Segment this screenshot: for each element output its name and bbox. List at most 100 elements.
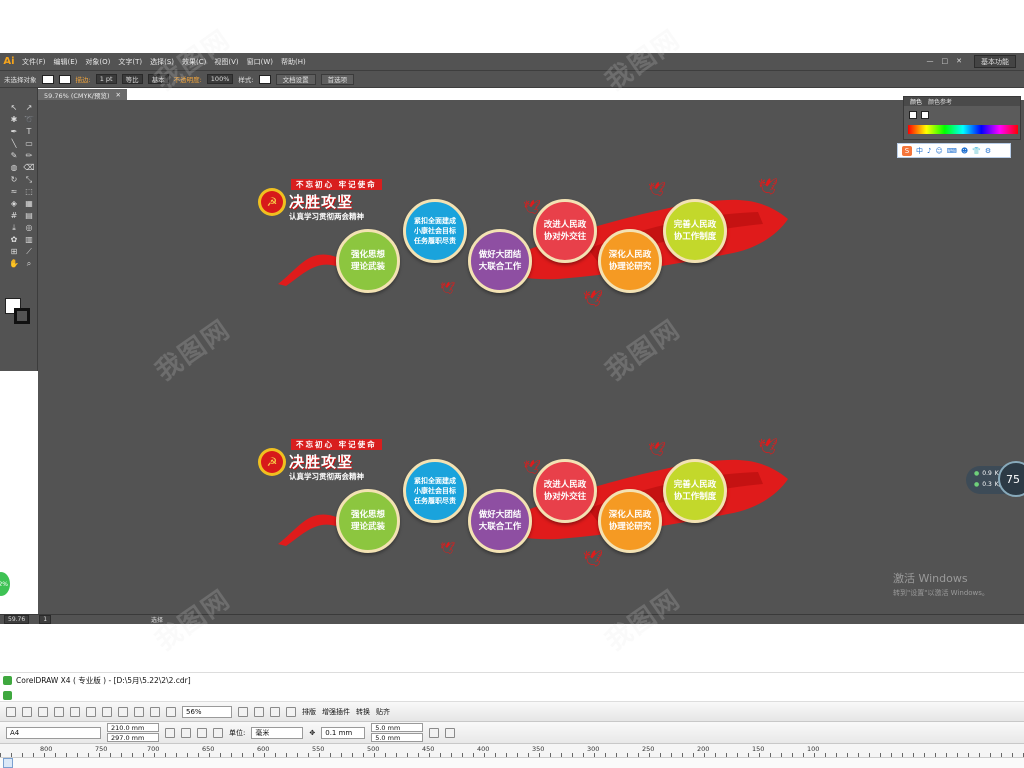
lasso-icon[interactable]: ➰ xyxy=(23,114,35,125)
ime-punct-icon[interactable]: ♪ xyxy=(927,147,931,155)
menu-object[interactable]: 对象(O) xyxy=(81,57,114,67)
stroke-label[interactable]: 描边: xyxy=(76,74,91,84)
stroke-color-box[interactable] xyxy=(14,308,30,324)
convert-button[interactable]: 转换 xyxy=(356,707,370,717)
eyedropper-icon[interactable]: ⤓ xyxy=(8,222,20,233)
layout-button[interactable]: 排版 xyxy=(302,707,316,717)
zoom-fit-icon[interactable] xyxy=(270,706,280,717)
style-swatch[interactable] xyxy=(258,74,271,84)
document-tab[interactable]: 59.76% (CMYK/预览) ✕ xyxy=(38,89,127,100)
zoom-level-select[interactable]: 56% xyxy=(182,705,232,718)
enhance-plugin-button[interactable]: 增强插件 xyxy=(322,707,350,717)
preferences-button[interactable]: 首选项 xyxy=(320,73,355,85)
ime-emoji-icon[interactable]: ☺ xyxy=(935,147,942,155)
unit-select[interactable]: 毫米 xyxy=(251,726,304,739)
pen-tool-icon[interactable]: ✒ xyxy=(8,126,20,137)
mesh-tool-icon[interactable]: # xyxy=(8,210,20,221)
panel-fill-swatch[interactable] xyxy=(909,111,917,119)
artboard-tool-icon[interactable]: ⊞ xyxy=(8,246,20,257)
wall-design-top[interactable]: 🕊 🕊 🕊 🕊 🕊 不忘初心 牢记使命 ☭ 决胜攻坚 认真学习贯彻两会精神 强化… xyxy=(258,174,808,334)
menu-type[interactable]: 文字(T) xyxy=(114,57,146,67)
rectangle-tool-icon[interactable]: ▭ xyxy=(23,138,35,149)
undo-icon[interactable] xyxy=(118,706,128,717)
zoom-in-icon[interactable] xyxy=(238,706,248,717)
workspace-switcher[interactable]: 基本功能 xyxy=(974,55,1016,68)
type-tool-icon[interactable]: T xyxy=(23,126,35,137)
document-icon[interactable] xyxy=(3,691,12,700)
selection-tool-icon[interactable]: ↖ xyxy=(8,102,20,113)
export-icon[interactable] xyxy=(166,706,176,717)
zoom-tool-icon[interactable]: ⌕ xyxy=(23,258,35,269)
page-size-select[interactable]: A4 xyxy=(6,726,101,739)
free-transform-icon[interactable]: ⬚ xyxy=(23,186,35,197)
menu-edit[interactable]: 编辑(E) xyxy=(50,57,82,67)
profile-select[interactable]: 等比 xyxy=(121,74,143,84)
artboard-canvas[interactable]: 🕊 🕊 🕊 🕊 🕊 不忘初心 牢记使命 ☭ 决胜攻坚 认真学习贯彻两会精神 强化… xyxy=(38,100,1024,614)
menu-file[interactable]: 文件(F) xyxy=(18,57,50,67)
sogou-logo-icon[interactable]: S xyxy=(902,145,912,156)
symbol-sprayer-icon[interactable]: ✿ xyxy=(8,234,20,245)
tab-color-guide[interactable]: 颜色参考 xyxy=(928,97,952,106)
duplicate-y-field[interactable]: 5.0 mm xyxy=(371,733,424,742)
minimize-icon[interactable]: — xyxy=(927,57,934,65)
maximize-icon[interactable]: □ xyxy=(942,57,949,65)
tab-color[interactable]: 颜色 xyxy=(910,97,922,106)
cut-icon[interactable] xyxy=(70,706,80,717)
ime-user-icon[interactable]: ☻ xyxy=(961,147,968,155)
ime-settings-icon[interactable]: ⚙ xyxy=(985,147,991,155)
blend-tool-icon[interactable]: ◎ xyxy=(23,222,35,233)
stroke-weight-field[interactable]: 1 pt xyxy=(95,74,117,84)
open-icon[interactable] xyxy=(22,706,32,717)
warp-tool-icon[interactable]: ≈ xyxy=(8,186,20,197)
brush-tool-icon[interactable]: ✎ xyxy=(8,150,20,161)
print-icon[interactable] xyxy=(54,706,64,717)
graph-tool-icon[interactable]: ▥ xyxy=(23,234,35,245)
nudge-field[interactable]: 0.1 mm xyxy=(321,726,366,739)
import-icon[interactable] xyxy=(150,706,160,717)
menu-effect[interactable]: 效果(C) xyxy=(178,57,210,67)
opacity-field[interactable]: 100% xyxy=(206,74,234,84)
save-icon[interactable] xyxy=(38,706,48,717)
document-setup-button[interactable]: 文档设置 xyxy=(275,73,316,85)
gradient-tool-icon[interactable]: ▤ xyxy=(23,210,35,221)
panel-stroke-swatch[interactable] xyxy=(921,111,929,119)
menu-view[interactable]: 视图(V) xyxy=(210,57,242,67)
floating-ball[interactable]: 2% xyxy=(0,572,10,596)
color-spectrum[interactable] xyxy=(908,125,1018,134)
magic-wand-icon[interactable]: ✱ xyxy=(8,114,20,125)
redo-icon[interactable] xyxy=(134,706,144,717)
artboard-number[interactable]: 1 xyxy=(39,615,52,624)
scale-tool-icon[interactable]: ⤡ xyxy=(23,174,35,185)
paste-icon[interactable] xyxy=(102,706,112,717)
ime-skin-icon[interactable]: 👕 xyxy=(972,147,981,155)
brush-select[interactable]: 基本 xyxy=(147,74,169,84)
network-speed-widget[interactable]: ●0.9K/s ●0.3K/s 75 xyxy=(966,461,1024,497)
shape-builder-icon[interactable]: ◈ xyxy=(8,198,20,209)
fill-swatch[interactable] xyxy=(41,74,54,84)
blob-brush-icon[interactable]: ◍ xyxy=(8,162,20,173)
all-pages-icon[interactable] xyxy=(197,727,207,738)
menu-select[interactable]: 选择(S) xyxy=(146,57,178,67)
current-page-icon[interactable] xyxy=(213,727,223,738)
portrait-icon[interactable] xyxy=(165,727,175,738)
pick-tool-icon[interactable] xyxy=(3,758,13,768)
menu-window[interactable]: 窗口(W) xyxy=(243,57,277,67)
zoom-page-icon[interactable] xyxy=(286,706,296,717)
opacity-label[interactable]: 不透明度: xyxy=(174,74,202,84)
wall-design-bottom[interactable]: 🕊 🕊 🕊 🕊 🕊 不忘初心 牢记使命 ☭ 决胜攻坚 认真学习贯彻两会精神 强化… xyxy=(258,434,808,594)
close-icon[interactable]: ✕ xyxy=(956,57,962,65)
stroke-swatch[interactable] xyxy=(58,74,71,84)
close-tab-icon[interactable]: ✕ xyxy=(116,91,121,99)
treat-as-filled-icon[interactable] xyxy=(429,727,440,738)
hand-tool-icon[interactable]: ✋ xyxy=(8,258,20,269)
ime-chinese-mode[interactable]: 中 xyxy=(916,146,923,156)
slice-tool-icon[interactable]: ⟋ xyxy=(23,246,35,257)
pencil-tool-icon[interactable]: ✏ xyxy=(23,150,35,161)
copy-icon[interactable] xyxy=(86,706,96,717)
duplicate-x-field[interactable]: 5.0 mm xyxy=(371,723,424,732)
menu-help[interactable]: 帮助(H) xyxy=(277,57,310,67)
perspective-icon[interactable]: ▦ xyxy=(23,198,35,209)
rotate-tool-icon[interactable]: ↻ xyxy=(8,174,20,185)
new-icon[interactable] xyxy=(6,706,16,717)
page-width-field[interactable]: 210.0 mm xyxy=(107,723,159,732)
